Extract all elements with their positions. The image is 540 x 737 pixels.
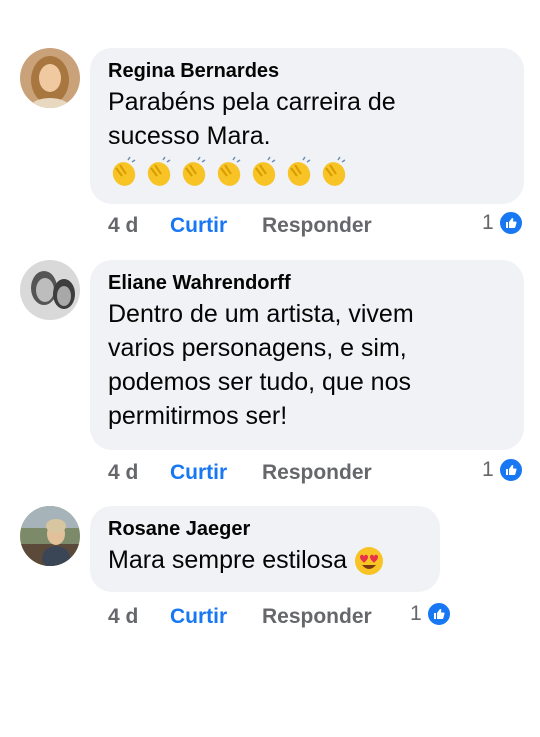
clapping-hands-icon bbox=[287, 156, 311, 186]
reaction-summary[interactable]: 1 bbox=[482, 210, 524, 236]
reply-button[interactable]: Responder bbox=[262, 214, 372, 238]
avatar[interactable] bbox=[20, 260, 80, 320]
heart-eyes-icon bbox=[354, 547, 383, 576]
reaction-summary[interactable]: 1 bbox=[482, 457, 524, 483]
author-name[interactable]: Rosane Jaeger bbox=[108, 516, 422, 542]
comment-text-line: Parabéns pela carreira de bbox=[108, 88, 396, 116]
comment-age[interactable]: 4 d bbox=[108, 461, 170, 485]
avatar[interactable] bbox=[20, 506, 80, 566]
comment-actions: 4 d Curtir Responder bbox=[108, 211, 372, 241]
comment-age[interactable]: 4 d bbox=[108, 214, 170, 238]
comment-bubble: Rosane Jaeger Mara sempre estilosa bbox=[90, 506, 440, 592]
reaction-summary[interactable]: 1 bbox=[410, 601, 452, 627]
like-button[interactable]: Curtir bbox=[170, 461, 262, 485]
clapping-hands-emoji-row bbox=[108, 156, 506, 188]
comment-text-line: permitirmos ser! bbox=[108, 402, 288, 430]
comment-age[interactable]: 4 d bbox=[108, 605, 170, 629]
comment-text-line: Dentro de um artista, vivem bbox=[108, 300, 414, 328]
avatar[interactable] bbox=[20, 48, 80, 108]
reply-button[interactable]: Responder bbox=[262, 461, 372, 485]
reaction-count: 1 bbox=[482, 211, 494, 234]
comment-bubble: Eliane Wahrendorff Dentro de um artista,… bbox=[90, 260, 524, 450]
clapping-hands-icon bbox=[217, 156, 241, 186]
comment-text: Mara sempre estilosa bbox=[108, 544, 422, 576]
clapping-hands-icon bbox=[182, 156, 206, 186]
clapping-hands-icon bbox=[147, 156, 171, 186]
comment-bubble: Regina Bernardes Parabéns pela carreira … bbox=[90, 48, 524, 204]
reply-button[interactable]: Responder bbox=[262, 605, 372, 629]
thumbs-up-icon bbox=[425, 601, 452, 627]
comment-text-line: Mara sempre estilosa bbox=[108, 546, 347, 574]
like-button[interactable]: Curtir bbox=[170, 605, 262, 629]
author-name[interactable]: Regina Bernardes bbox=[108, 58, 506, 84]
comment-text-line: podemos ser tudo, que nos bbox=[108, 368, 411, 396]
comment-actions: 4 d Curtir Responder bbox=[108, 602, 372, 632]
clapping-hands-icon bbox=[112, 156, 136, 186]
thumbs-up-icon bbox=[497, 457, 524, 483]
thumbs-up-icon bbox=[497, 210, 524, 236]
comment-actions: 4 d Curtir Responder bbox=[108, 458, 372, 488]
reaction-count: 1 bbox=[482, 458, 494, 481]
reaction-count: 1 bbox=[410, 602, 422, 625]
clapping-hands-icon bbox=[252, 156, 276, 186]
clapping-hands-icon bbox=[322, 156, 346, 186]
like-button[interactable]: Curtir bbox=[170, 214, 262, 238]
comment-text-line: varios personagens, e sim, bbox=[108, 334, 407, 362]
comment-text-line: sucesso Mara. bbox=[108, 122, 271, 150]
author-name[interactable]: Eliane Wahrendorff bbox=[108, 270, 506, 296]
